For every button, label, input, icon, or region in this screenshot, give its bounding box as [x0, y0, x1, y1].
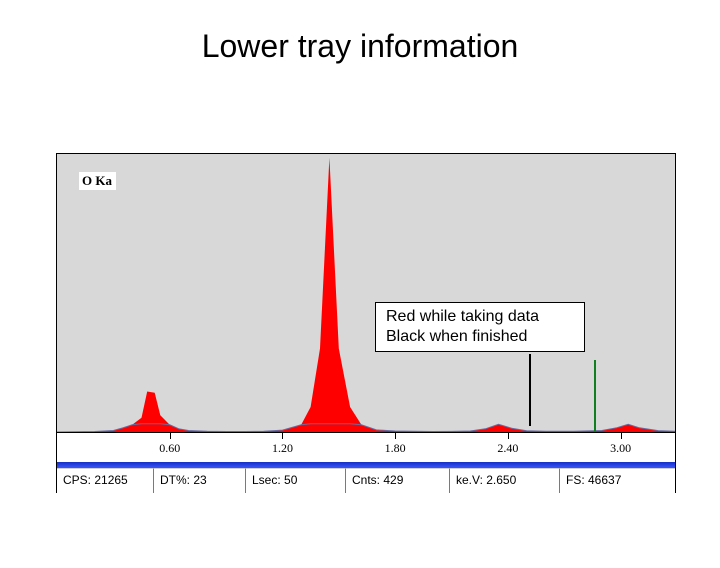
status-dt: DT%: 23	[154, 468, 246, 493]
peak-label-oka: O Ka	[79, 172, 116, 190]
status-kev: ke.V: 2.650	[450, 468, 560, 493]
plot-area: O Ka Red while taking data Black when fi…	[57, 154, 675, 432]
annotation-line2: Black when finished	[386, 327, 576, 347]
spectrum-plot	[57, 154, 675, 432]
tick	[508, 433, 509, 439]
tick	[621, 433, 622, 439]
status-lsec: Lsec: 50	[246, 468, 346, 493]
page-title: Lower tray information	[0, 28, 720, 65]
annotation-line1: Red while taking data	[386, 307, 576, 327]
tick-label: 3.00	[610, 441, 631, 456]
chart-frame: O Ka Red while taking data Black when fi…	[56, 153, 676, 493]
annotation-box: Red while taking data Black when finishe…	[375, 302, 585, 352]
tick	[395, 433, 396, 439]
x-axis: 0.60 1.20 1.80 2.40 3.00	[57, 432, 675, 462]
arrow-to-spectrum-1	[529, 354, 531, 426]
tick	[282, 433, 283, 439]
tick-label: 1.80	[385, 441, 406, 456]
tick	[170, 433, 171, 439]
tick-label: 1.20	[272, 441, 293, 456]
tick-label: 2.40	[497, 441, 518, 456]
status-fs: FS: 46637	[560, 468, 675, 493]
status-bar: CPS: 21265 DT%: 23 Lsec: 50 Cnts: 429 ke…	[57, 468, 675, 493]
status-cps: CPS: 21265	[57, 468, 154, 493]
tick-label: 0.60	[159, 441, 180, 456]
status-cnts: Cnts: 429	[346, 468, 450, 493]
